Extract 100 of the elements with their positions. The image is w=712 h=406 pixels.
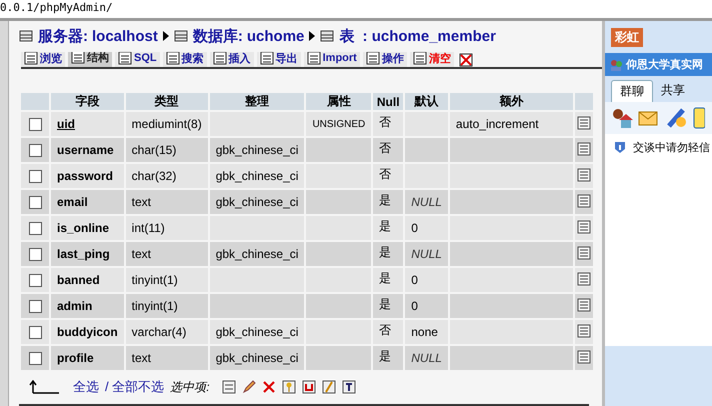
column-header: 额外 [450,93,573,110]
row-checkbox[interactable] [28,326,42,340]
column-header: Null [373,93,404,110]
table-cell: 0 [411,221,418,235]
column-header: 整理 [210,93,304,110]
tab[interactable]: 插入 [210,52,254,67]
pencil-icon[interactable] [242,380,256,394]
tab[interactable]: 清空 [410,52,454,67]
corner-arrow-icon [29,380,59,394]
table-cell: 否 [379,167,392,181]
index-icon[interactable] [322,380,336,394]
details-icon[interactable] [576,142,591,156]
row-checkbox[interactable] [28,170,42,184]
fulltext-icon[interactable] [342,380,356,394]
tab[interactable]: 搜索 [162,52,207,67]
drop-table-icon[interactable] [458,53,473,67]
table-cell: NULL [411,247,442,261]
table-cell: gbk_chinese_ci [216,247,298,261]
details-icon[interactable] [576,194,591,208]
details-icon[interactable] [576,116,591,130]
table-cell: text [132,351,152,365]
table-cell: 0 [411,299,418,313]
row-checkbox[interactable] [28,222,42,236]
chat-window-title: 仰恩大学真实网 [626,58,703,72]
tools-icon[interactable] [665,106,689,130]
table-cell: 是 [379,297,392,311]
column-header: 属性 [306,93,372,110]
table-cell: gbk_chinese_ci [216,195,298,209]
tab-icon [260,52,274,65]
table-cell: varchar(4) [132,325,186,339]
chat-notice: 交谈中请勿轻信 [633,140,710,156]
field-name: password [57,169,114,183]
row-checkbox[interactable] [28,274,42,288]
row-checkbox[interactable] [28,248,42,262]
breadcrumb-link[interactable]: 服务器: localhost [38,26,158,46]
app-tab[interactable]: 彩虹 [611,28,643,47]
table-cell: text [132,247,152,261]
arrow-icon [162,31,169,42]
chat-tab[interactable]: 共享 [653,80,693,102]
table-cell: none [411,325,438,339]
field-name: is_online [57,221,110,235]
breadcrumb-link[interactable]: 数据库: uchome [192,26,304,46]
breadcrumb-link[interactable]: 表 : uchome_member [339,26,496,46]
row-checkbox[interactable] [28,196,42,210]
details-icon[interactable] [576,298,591,312]
tab[interactable]: Import [304,52,360,67]
tab-icon [118,52,132,65]
uncheck-all-link[interactable]: / 全部不选 [105,378,164,396]
chat-tab[interactable]: 群聊 [611,80,653,102]
field-name: admin [57,299,92,313]
details-icon[interactable] [576,272,591,286]
table-cell: gbk_chinese_ci [216,351,298,365]
table-cell: 是 [379,245,392,259]
tab[interactable]: 浏览 [21,52,65,67]
tab[interactable]: 导出 [256,52,301,67]
table-cell: NULL [411,351,442,365]
tab-icon [412,52,427,65]
tab-icon [71,52,85,64]
row-checkbox[interactable] [28,118,42,132]
tab-icon [212,52,227,65]
field-name: email [57,195,88,209]
tab-icon [166,52,180,65]
row-checkbox[interactable] [28,300,42,314]
info-icon [613,140,627,154]
details-icon[interactable] [576,220,591,234]
table-cell: text [132,195,152,209]
table-cell: gbk_chinese_ci [216,169,298,183]
database-icon [320,29,334,44]
details-icon[interactable] [576,246,591,260]
table-cell: mediumint(8) [132,117,202,131]
row-checkbox[interactable] [28,352,42,366]
tab-icon [366,52,380,65]
tab-icon [306,52,321,65]
tab[interactable]: SQL [115,52,160,67]
table-cell: 是 [379,271,392,285]
check-all-link[interactable]: 全选 [73,378,99,396]
details-icon[interactable] [576,324,591,338]
table-cell: gbk_chinese_ci [216,143,298,157]
table-cell: auto_increment [456,117,539,131]
group-icon [609,58,623,72]
details-icon[interactable] [576,168,591,182]
table-cell: tinyint(1) [132,273,178,287]
delete-icon[interactable] [262,380,276,394]
tab-icon [24,52,38,65]
field-name: last_ping [57,247,110,261]
table-cell: int(11) [132,221,165,235]
table-cell: 否 [379,115,392,129]
tab[interactable]: 操作 [362,52,407,67]
phone-icon[interactable] [693,106,705,130]
column-header: 默认 [405,93,448,110]
details-icon[interactable] [576,350,591,364]
unique-icon[interactable] [302,380,316,394]
field-name: username [57,143,114,157]
table-cell: 是 [379,349,392,363]
field-name: uid [57,117,75,131]
key-icon[interactable] [282,380,296,394]
row-checkbox[interactable] [28,144,42,158]
database-icon [19,29,33,44]
table-cell: NULL [411,195,442,209]
browse-icon[interactable] [222,380,236,394]
